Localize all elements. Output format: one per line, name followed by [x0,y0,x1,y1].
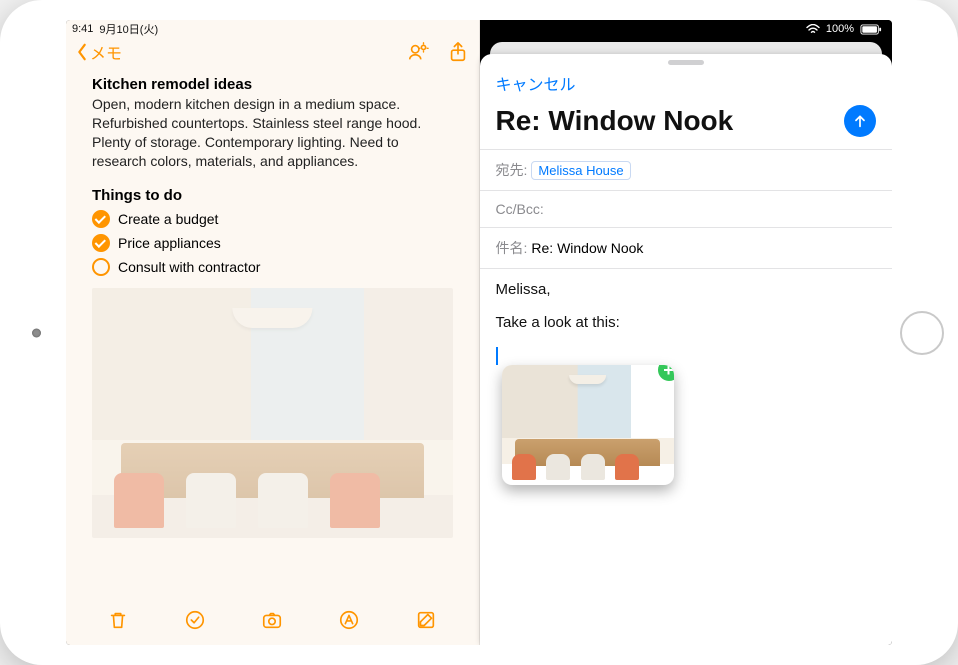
status-bar-right: 100% [480,20,893,36]
subject-field-value: Re: Window Nook [531,240,643,256]
status-date: 9月10日(火) [99,21,158,37]
todo-label: Create a budget [118,211,218,227]
front-camera [32,328,41,337]
note-paragraph: Open, modern kitchen design in a medium … [92,95,453,171]
note-attached-image[interactable] [92,288,453,538]
trash-icon[interactable] [107,609,129,636]
arrow-up-icon [852,113,868,129]
ipad-device-frame: 9:41 9月10日(火) メモ Kitchen remodel ideas O… [0,0,958,665]
ccbcc-field[interactable]: Cc/Bcc: [480,190,893,227]
todo-item: Create a budget [92,210,453,228]
camera-icon[interactable] [261,609,283,636]
to-field[interactable]: 宛先: Melissa House [480,149,893,190]
notes-nav-bar: メモ [66,36,479,70]
status-bar-left: 9:41 9月10日(火) [66,20,479,36]
back-label: メモ [90,40,122,64]
interior-photo-placeholder [502,365,674,485]
chevron-left-icon [76,43,88,61]
subject-heading: Re: Window Nook [496,105,835,137]
dragged-image-thumbnail[interactable] [502,365,674,485]
sheet-grabber[interactable] [668,60,704,65]
wifi-icon [806,24,820,34]
todo-checkbox[interactable] [92,234,110,252]
note-section-heading: Things to do [92,187,453,204]
mail-app-pane: 100% キャンセル Re: Window Nook 宛先: Meliss [480,20,893,645]
markup-icon[interactable] [338,609,360,636]
compose-icon[interactable] [415,609,437,636]
todo-checkbox[interactable] [92,210,110,228]
text-cursor [496,347,498,365]
note-content[interactable]: Kitchen remodel ideas Open, modern kitch… [66,70,479,599]
recipient-chip[interactable]: Melissa House [531,161,630,180]
checklist-icon[interactable] [184,609,206,636]
battery-percent: 100% [826,23,854,35]
back-button[interactable]: メモ [76,40,122,64]
cancel-button[interactable]: キャンセル [496,71,576,95]
mail-body-editor[interactable]: Melissa, Take a look at this: [480,268,893,645]
subject-field[interactable]: 件名: Re: Window Nook [480,227,893,268]
share-icon[interactable] [447,41,469,63]
notes-nav-actions [407,41,469,63]
battery-icon [860,24,882,35]
status-time: 9:41 [72,23,93,35]
todo-label: Price appliances [118,235,221,251]
send-button[interactable] [844,105,876,137]
subject-field-label: 件名: [496,238,528,258]
body-line: Take a look at this: [496,314,877,331]
note-title: Kitchen remodel ideas [92,76,453,93]
collaborate-icon[interactable] [407,41,429,63]
notes-bottom-toolbar [66,599,479,645]
body-line: Melissa, [496,281,877,298]
todo-item: Consult with contractor [92,258,453,276]
notes-app-pane: 9:41 9月10日(火) メモ Kitchen remodel ideas O… [66,20,480,645]
subject-header-row: Re: Window Nook [480,95,893,149]
todo-label: Consult with contractor [118,259,260,275]
interior-photo-placeholder [92,288,453,538]
mail-compose-sheet: キャンセル Re: Window Nook 宛先: Melissa House … [480,54,893,645]
split-view-screen: 9:41 9月10日(火) メモ Kitchen remodel ideas O… [66,20,892,645]
todo-checkbox[interactable] [92,258,110,276]
to-label: 宛先: [496,160,528,180]
todo-item: Price appliances [92,234,453,252]
home-button[interactable] [900,311,944,355]
ccbcc-label: Cc/Bcc: [496,201,544,217]
